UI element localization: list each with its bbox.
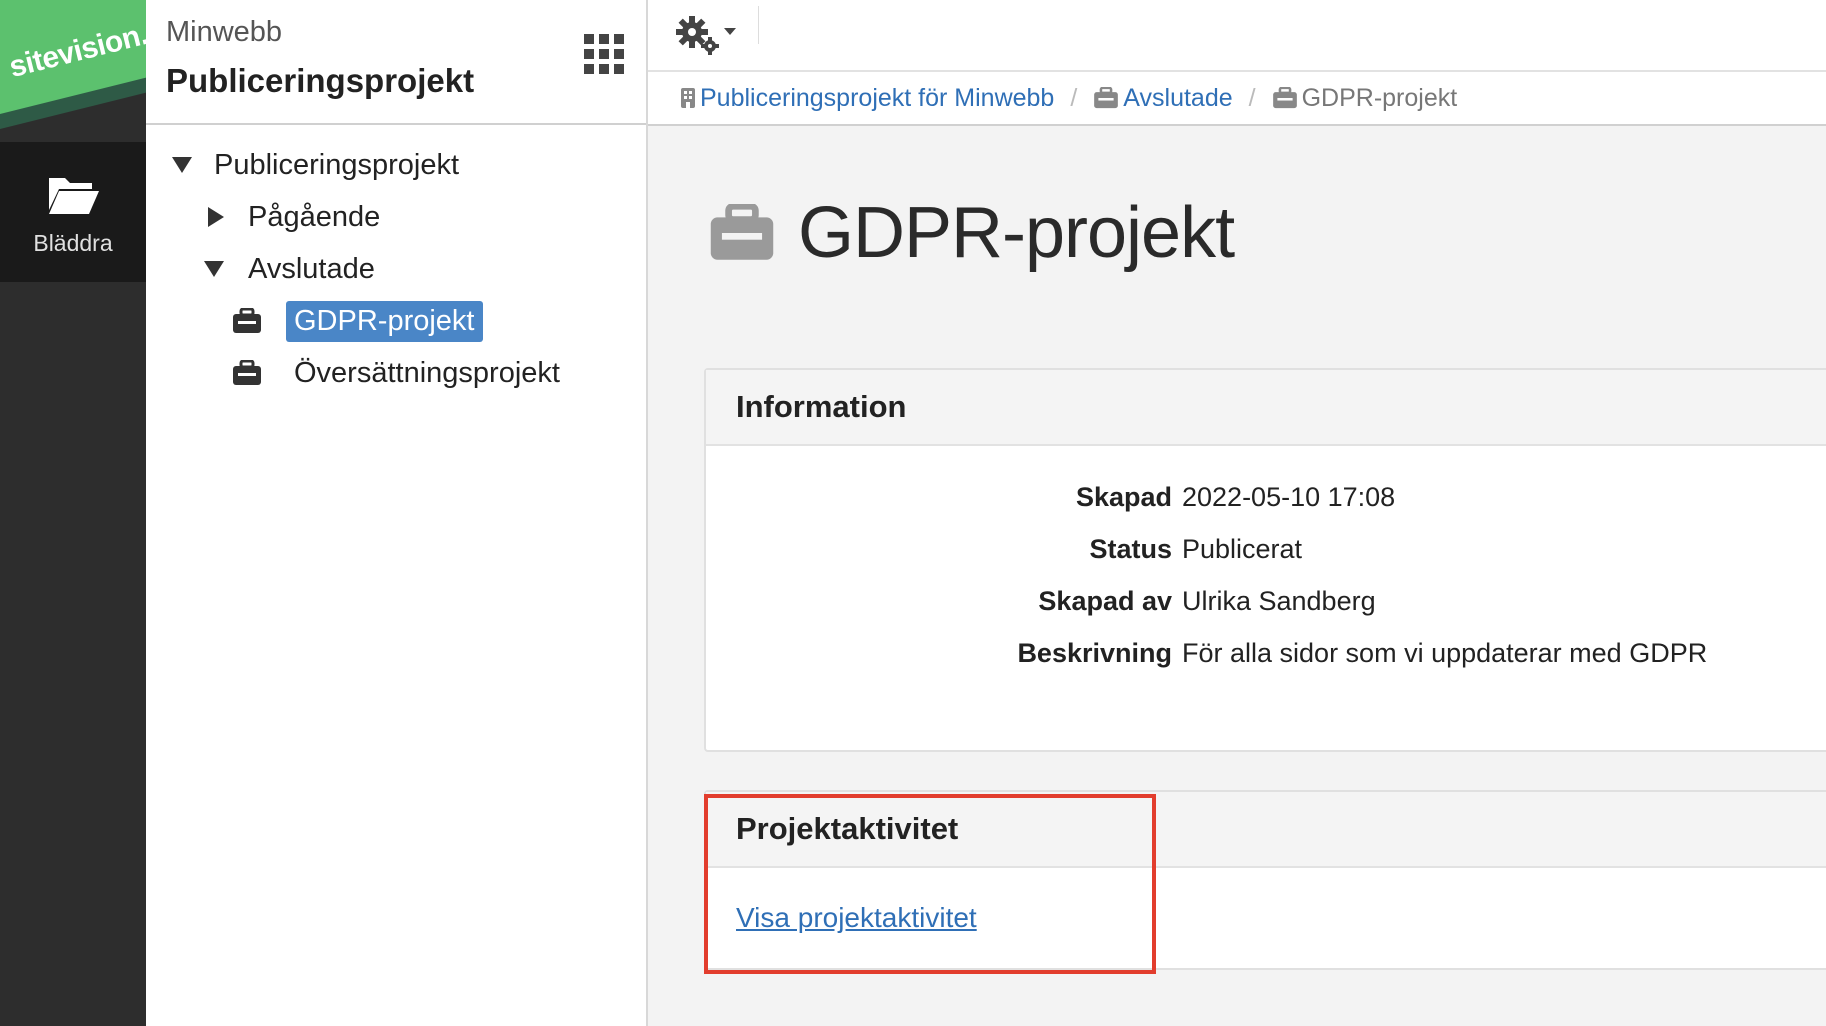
main-content: GDPR-projekt Information Skapad 2022-05-… [648, 126, 1826, 1026]
page-title: GDPR-projekt [798, 193, 1235, 273]
breadcrumb-label: GDPR-projekt [1301, 83, 1458, 112]
info-value: 2022-05-10 17:08 [1182, 482, 1396, 512]
info-row-created: Skapad 2022-05-10 17:08 [1076, 482, 1396, 513]
tree-item-gdpr-projekt[interactable]: GDPR-projekt [232, 299, 483, 343]
tree-item-label: Publiceringsprojekt [214, 148, 460, 181]
info-key: Skapad [1075, 482, 1172, 512]
caret-down-icon[interactable] [204, 261, 224, 277]
tree-header: Minwebb Publiceringsprojekt [146, 0, 646, 125]
breadcrumb-item-avslutade[interactable]: Avslutade [1093, 83, 1233, 113]
gears-icon [676, 16, 736, 55]
tree-item-pagaende[interactable]: Pågående [208, 195, 380, 239]
info-key: Status [1089, 534, 1172, 564]
folder-open-icon [49, 178, 99, 214]
briefcase-icon [710, 204, 774, 260]
logo-text: sitevision. [6, 17, 146, 85]
caret-right-icon[interactable] [208, 207, 224, 227]
building-icon [681, 88, 695, 108]
info-key: Skapad av [1038, 586, 1172, 616]
info-row-status: Status Publicerat [1089, 534, 1303, 565]
browse-label: Bläddra [33, 230, 113, 256]
info-value: Ulrika Sandberg [1182, 586, 1376, 616]
project-activity-heading: Projektaktivitet [706, 792, 1826, 868]
site-name: Minwebb [166, 16, 283, 48]
apps-grid-icon[interactable] [584, 34, 624, 74]
info-row-created-by: Skapad av Ulrika Sandberg [1038, 586, 1376, 617]
info-key: Beskrivning [1017, 638, 1172, 668]
briefcase-icon [233, 308, 261, 333]
briefcase-icon [1094, 87, 1119, 109]
section-name: Publiceringsprojekt [166, 62, 475, 99]
tree-item-publiceringsprojekt[interactable]: Publiceringsprojekt [172, 143, 459, 187]
tree-item-avslutade[interactable]: Avslutade [204, 247, 375, 291]
settings-dropdown-button[interactable] [674, 14, 740, 58]
information-panel: Information Skapad 2022-05-10 17:08 Stat… [704, 368, 1826, 752]
information-heading: Information [706, 370, 1826, 446]
info-row-description: Beskrivning För alla sidor som vi uppdat… [1017, 638, 1708, 669]
browse-button[interactable]: Bläddra [0, 142, 146, 282]
breadcrumb-label: Avslutade [1123, 83, 1233, 112]
tree-item-label: Avslutade [248, 252, 375, 285]
breadcrumb-separator: / [1070, 83, 1078, 112]
tree-panel: Minwebb Publiceringsprojekt Publicerings… [146, 0, 648, 1026]
show-project-activity-link[interactable]: Visa projektaktivitet [736, 902, 977, 934]
toolbar [648, 0, 1826, 72]
sitevision-logo[interactable]: sitevision. [0, 0, 146, 142]
info-value: För alla sidor som vi uppdaterar med GDP… [1182, 638, 1708, 668]
tree-item-label: Översättningsprojekt [294, 356, 560, 389]
breadcrumb-item-current: GDPR-projekt [1272, 83, 1458, 113]
tree-item-label: GDPR-projekt [286, 300, 483, 342]
breadcrumb-separator: / [1248, 83, 1256, 112]
breadcrumb: Publiceringsprojekt för Minwebb / Avslut… [648, 72, 1826, 126]
breadcrumb-label: Publiceringsprojekt för Minwebb [700, 83, 1055, 112]
briefcase-icon [1272, 87, 1297, 109]
tree-item-label: Pågående [248, 200, 381, 233]
page-header: GDPR-projekt [708, 192, 1235, 274]
breadcrumb-item-root[interactable]: Publiceringsprojekt för Minwebb [680, 84, 1054, 113]
tree-item-oversattningsprojekt[interactable]: Översättningsprojekt [232, 351, 560, 395]
briefcase-icon [233, 360, 261, 385]
project-activity-panel: Projektaktivitet Visa projektaktivitet [704, 790, 1826, 970]
toolbar-divider [758, 6, 759, 44]
left-rail: sitevision. Bläddra [0, 0, 146, 1026]
caret-down-icon[interactable] [172, 157, 192, 173]
info-value: Publicerat [1182, 534, 1303, 564]
